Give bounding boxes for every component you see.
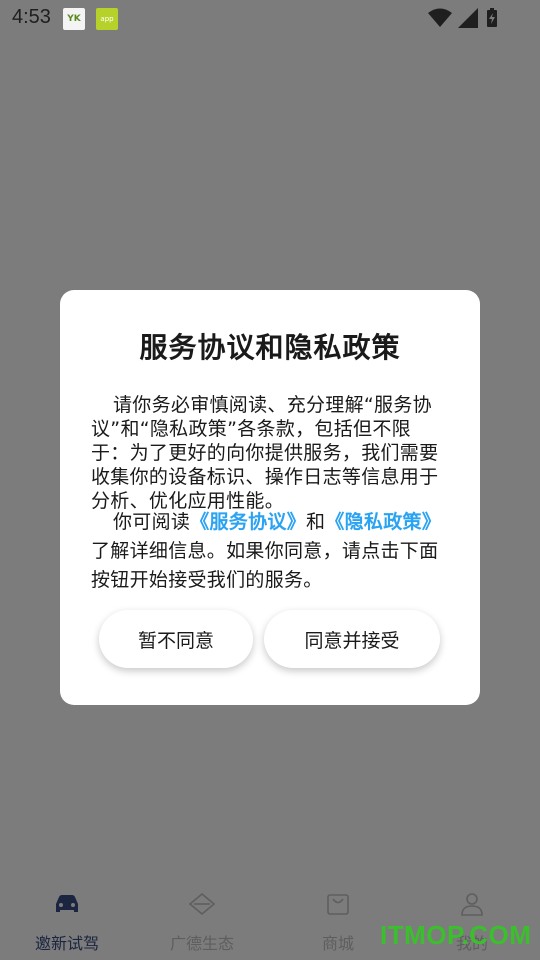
tab-label: 邀新试驾	[34, 934, 99, 953]
tab-label: 商城	[321, 934, 354, 953]
accept-button[interactable]: 同意并接受	[264, 610, 440, 668]
dialog-title: 服务协议和隐私政策	[139, 331, 401, 364]
status-icons	[428, 8, 500, 28]
tab-label: 广德生态	[169, 934, 234, 953]
status-time: 4:53	[12, 6, 51, 28]
wifi-icon	[428, 8, 452, 27]
car-icon	[56, 895, 78, 912]
tab-shop[interactable]: 商城	[288, 880, 388, 960]
notification-app-icon: YK	[63, 8, 85, 30]
service-agreement-link[interactable]: 《服务协议》	[190, 511, 306, 533]
privacy-policy-link[interactable]: 《隐私政策》	[325, 511, 441, 533]
tab-invite-test-drive[interactable]: 邀新试驾	[17, 880, 117, 960]
ecology-icon	[188, 892, 216, 916]
tab-ecology[interactable]: 广德生态	[152, 880, 252, 960]
status-bar: 4:53 YK app	[0, 0, 540, 36]
watermark: ITMOP.COM	[380, 920, 532, 950]
privacy-dialog: 服务协议和隐私政策 请你务必审慎阅读、充分理解“服务协议”和“隐私政策”各条款，…	[60, 290, 480, 705]
dialog-paragraph-2: 你可阅读《服务协议》和《隐私政策》了解详细信息。如果你同意，请点击下面按钮开始接…	[91, 508, 449, 595]
shop-bag-icon	[327, 894, 349, 915]
decline-button[interactable]: 暂不同意	[99, 610, 253, 668]
signal-icon	[458, 8, 478, 28]
notification-app-icon-2: app	[96, 8, 118, 30]
paragraph-2-prefix: 你可阅读	[113, 511, 191, 533]
battery-icon	[487, 8, 497, 27]
user-icon	[461, 893, 483, 916]
dialog-paragraph-1: 请你务必审慎阅读、充分理解“服务协议”和“隐私政策”各条款，包括但不限于：为了更…	[91, 394, 439, 512]
paragraph-2-and: 和	[306, 511, 326, 533]
paragraph-2-suffix: 了解详细信息。如果你同意，请点击下面按钮开始接受我们的服务。	[91, 540, 439, 591]
